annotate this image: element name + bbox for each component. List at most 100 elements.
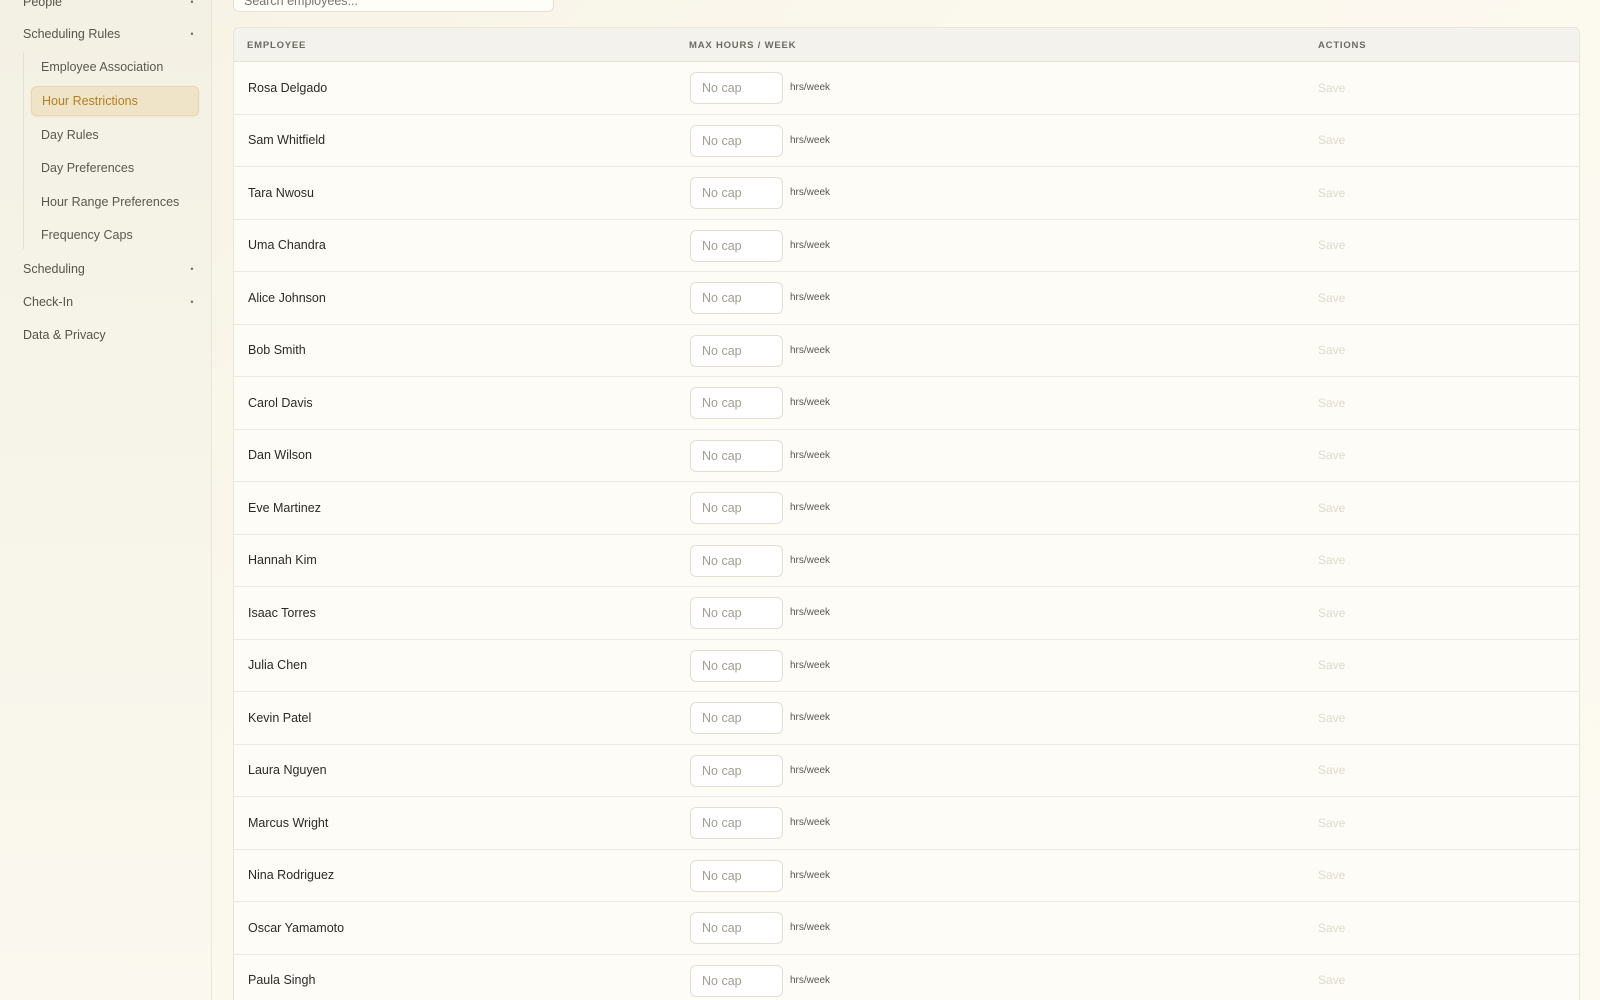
employee-name: Carol Davis <box>248 395 313 410</box>
save-button[interactable]: Save <box>1318 587 1345 639</box>
hours-unit-label: hrs/week <box>790 712 831 724</box>
table-row: Nina Rodriguez hrs/week Save <box>234 850 1579 902</box>
expand-dot-icon: • <box>190 29 194 39</box>
max-hours-input[interactable] <box>690 807 783 839</box>
nav-scheduling[interactable]: Scheduling • <box>23 257 198 281</box>
nav-people-label: People <box>23 0 62 9</box>
sidebar-item-employee-association[interactable]: Employee Association <box>31 52 199 82</box>
max-hours-input[interactable] <box>690 282 783 314</box>
save-button[interactable]: Save <box>1318 535 1345 587</box>
employee-name: Paula Singh <box>248 973 316 988</box>
hour-restrictions-table: EMPLOYEE MAX HOURS / WEEK ACTIONS Rosa D… <box>233 27 1580 1000</box>
save-button[interactable]: Save <box>1318 115 1345 167</box>
hours-unit-label: hrs/week <box>790 449 831 461</box>
employee-name: Julia Chen <box>248 658 308 673</box>
max-hours-input[interactable] <box>690 912 783 944</box>
column-header-actions: ACTIONS <box>1318 39 1367 51</box>
save-button[interactable]: Save <box>1318 62 1345 114</box>
nav-data-privacy-label: Data & Privacy <box>23 328 106 342</box>
nav-scheduling-label: Scheduling <box>23 262 85 276</box>
nav-check-in[interactable]: Check-In • <box>23 290 198 314</box>
max-hours-input[interactable] <box>690 439 783 472</box>
max-hours-input[interactable] <box>690 754 783 787</box>
hours-unit-label: hrs/week <box>790 187 831 199</box>
hours-unit-label: hrs/week <box>790 344 831 356</box>
max-hours-input[interactable] <box>690 964 783 997</box>
save-button[interactable]: Save <box>1318 377 1345 429</box>
table-row: Laura Nguyen hrs/week Save <box>234 745 1579 797</box>
hours-unit-label: hrs/week <box>790 554 831 566</box>
max-hours-input[interactable] <box>690 177 783 209</box>
table-row: Alice Johnson hrs/week Save <box>234 272 1579 325</box>
save-button[interactable]: Save <box>1318 745 1345 797</box>
save-button[interactable]: Save <box>1318 692 1345 744</box>
table-row: Bob Smith hrs/week Save <box>234 325 1579 377</box>
save-button[interactable]: Save <box>1318 220 1345 272</box>
save-button[interactable]: Save <box>1318 902 1345 954</box>
sidebar-item-hour-restrictions[interactable]: Hour Restrictions <box>31 86 199 116</box>
save-button[interactable]: Save <box>1318 955 1345 1000</box>
sidebar-item-day-rules[interactable]: Day Rules <box>31 120 199 150</box>
employee-name: Uma Chandra <box>248 238 326 253</box>
column-header-max-hours: MAX HOURS / WEEK <box>689 39 797 51</box>
hours-unit-label: hrs/week <box>790 134 831 146</box>
max-hours-input[interactable] <box>690 72 783 104</box>
table-row: Sam Whitfield hrs/week Save <box>234 115 1579 167</box>
table-body: Rosa Delgado hrs/week Save Sam Whitfield… <box>234 62 1579 1000</box>
max-hours-input[interactable] <box>690 597 783 629</box>
save-button[interactable]: Save <box>1318 850 1345 902</box>
search-input[interactable] <box>233 0 554 12</box>
sidebar-item-frequency-caps[interactable]: Frequency Caps <box>31 220 199 250</box>
employee-name: Rosa Delgado <box>248 80 328 95</box>
table-row: Tara Nwosu hrs/week Save <box>234 167 1579 220</box>
submenu-rail <box>23 52 24 249</box>
table-header: EMPLOYEE MAX HOURS / WEEK ACTIONS <box>234 28 1579 62</box>
employee-name: Nina Rodriguez <box>248 868 335 883</box>
table-row: Rosa Delgado hrs/week Save <box>234 62 1579 115</box>
employee-name: Laura Nguyen <box>248 763 327 778</box>
hours-unit-label: hrs/week <box>790 292 831 304</box>
hours-unit-label: hrs/week <box>790 607 831 619</box>
hours-unit-label: hrs/week <box>790 764 831 776</box>
hours-unit-label: hrs/week <box>790 239 831 251</box>
save-button[interactable]: Save <box>1318 167 1345 219</box>
max-hours-input[interactable] <box>690 229 783 262</box>
expand-dot-icon: • <box>190 297 194 307</box>
max-hours-input[interactable] <box>690 702 783 734</box>
hours-unit-label: hrs/week <box>790 659 831 671</box>
employee-name: Bob Smith <box>248 343 306 358</box>
max-hours-input[interactable] <box>690 492 783 524</box>
save-button[interactable]: Save <box>1318 272 1345 324</box>
max-hours-input[interactable] <box>690 649 783 682</box>
hours-unit-label: hrs/week <box>790 974 831 986</box>
save-button[interactable]: Save <box>1318 640 1345 692</box>
sidebar-item-day-preferences[interactable]: Day Preferences <box>31 153 199 183</box>
expand-dot-icon: • <box>190 0 194 7</box>
nav-check-in-label: Check-In <box>23 295 74 309</box>
employee-name: Marcus Wright <box>248 815 329 830</box>
nav-scheduling-rules[interactable]: Scheduling Rules • <box>23 22 198 46</box>
nav-data-privacy[interactable]: Data & Privacy <box>23 323 198 347</box>
table-row: Oscar Yamamoto hrs/week Save <box>234 902 1579 955</box>
column-header-employee: EMPLOYEE <box>247 39 307 51</box>
table-row: Hannah Kim hrs/week Save <box>234 535 1579 587</box>
max-hours-input[interactable] <box>690 387 783 419</box>
save-button[interactable]: Save <box>1318 325 1345 377</box>
table-row: Isaac Torres hrs/week Save <box>234 587 1579 640</box>
max-hours-input[interactable] <box>690 124 783 157</box>
hours-unit-label: hrs/week <box>790 82 831 94</box>
max-hours-input[interactable] <box>690 334 783 367</box>
save-button[interactable]: Save <box>1318 482 1345 534</box>
table-row: Kevin Patel hrs/week Save <box>234 692 1579 745</box>
employee-name: Kevin Patel <box>248 710 312 725</box>
max-hours-input[interactable] <box>690 544 783 577</box>
table-row: Paula Singh hrs/week Save <box>234 955 1579 1000</box>
save-button[interactable]: Save <box>1318 430 1345 482</box>
nav-people[interactable]: People • <box>23 0 198 14</box>
max-hours-input[interactable] <box>690 859 783 892</box>
save-button[interactable]: Save <box>1318 797 1345 849</box>
employee-name: Dan Wilson <box>248 448 312 463</box>
employee-name: Hannah Kim <box>248 553 317 568</box>
hours-unit-label: hrs/week <box>790 397 831 409</box>
sidebar-item-hour-range-preferences[interactable]: Hour Range Preferences <box>31 187 199 217</box>
